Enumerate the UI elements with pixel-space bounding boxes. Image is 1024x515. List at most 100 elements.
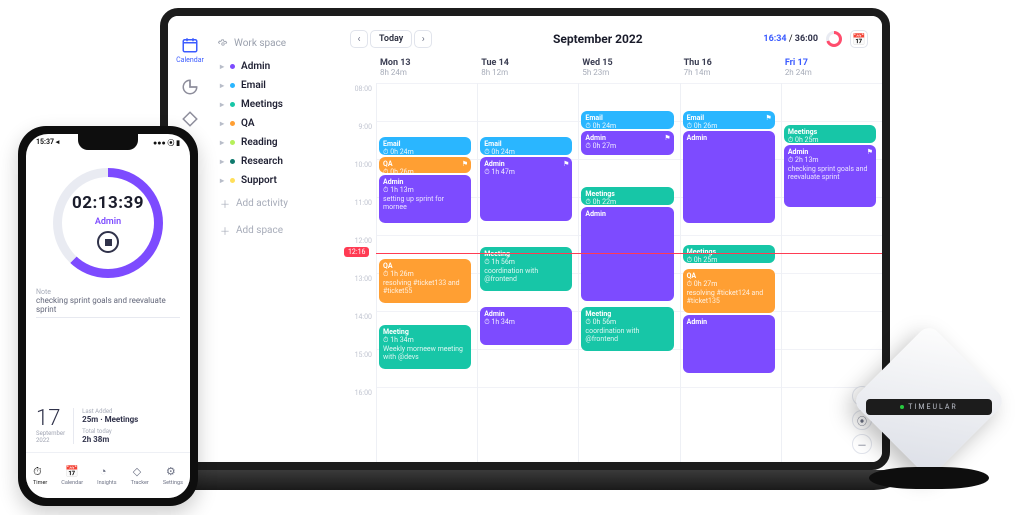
hour-label: 13:00 (340, 275, 376, 313)
day-header: Fri 172h 24m (781, 52, 882, 83)
sidebar-item-email[interactable]: ▸ Email (218, 76, 332, 95)
rail-reports[interactable] (176, 78, 204, 96)
activity-dot-icon (230, 121, 235, 126)
chevron-right-icon: ▸ (220, 62, 224, 71)
hour-gutter: 08:009:0010:0011:0012:0013:0014:0015:001… (340, 83, 376, 462)
sidebar-item-label: QA (241, 118, 255, 129)
time-indicator: 16:34 / 36:00 (763, 34, 818, 44)
rail-calendar-label: Calendar (176, 56, 204, 64)
laptop-screen: Calendar Work space ▸Admin▸Email▸Meeting… (160, 8, 890, 470)
hour-label: 9:00 (340, 123, 376, 161)
now-indicator: 12:16 (344, 247, 369, 257)
laptop-base (150, 470, 900, 490)
day-column[interactable]: Email⏱ 0h 24m QA⏱ 0h 26m⚑ Admin⏱ 1h 13mset… (376, 83, 477, 462)
today-day-number: 17 (36, 408, 65, 430)
calendar-event[interactable]: Email⏱ 0h 24m (581, 111, 673, 129)
calendar-icon (181, 36, 199, 54)
day-column[interactable]: Email⏱ 0h 24mAdmin⏱ 1h 47m⚑Meeting⏱ 1h 5… (477, 83, 578, 462)
stop-icon (105, 239, 112, 246)
tab-timer[interactable]: ⏱Timer (33, 465, 47, 486)
calendar-event[interactable]: Admin⏱ 0h 27m⚑ (581, 131, 673, 155)
tracker-icon: ◇ (133, 465, 147, 479)
sidebar-workspace-label: Work space (234, 38, 286, 49)
chevron-right-icon: ▸ (220, 157, 224, 166)
settings-icon: ⚙ (166, 465, 180, 479)
calendar-event[interactable]: Meetings⏱ 0h 25m (784, 125, 876, 143)
flag-icon: ⚑ (766, 114, 772, 122)
tracker-device: TIMEULAR (844, 327, 1014, 497)
sidebar-item-admin[interactable]: ▸Admin (218, 57, 332, 76)
flag-icon: ⚑ (462, 160, 468, 168)
sidebar-item-research[interactable]: ▸Research (218, 152, 332, 171)
stop-button[interactable] (97, 231, 119, 253)
next-week-button[interactable]: › (414, 30, 432, 48)
activity-dot-icon (230, 159, 235, 164)
sidebar-item-reading[interactable]: ▸Reading (218, 133, 332, 152)
calendar-event[interactable]: QA⏱ 0h 26m⚑ (379, 157, 471, 173)
flag-icon: ⚑ (664, 134, 670, 142)
day-column[interactable]: Email⏱ 0h 24m Admin⏱ 0h 27m⚑ Meetings⏱ 0h … (578, 83, 679, 462)
add-space-button[interactable]: ＋Add space (218, 217, 332, 244)
calendar-event[interactable]: QA⏱ 0h 27mresolving #ticket124 and #tick… (683, 269, 775, 313)
phone-status-time: 15:37 ◂ (36, 138, 59, 148)
rail-calendar[interactable]: Calendar (176, 36, 204, 64)
calendar-event[interactable]: Admin⏱ 1h 13msetting up sprint for morne… (379, 175, 471, 223)
tab-tracker[interactable]: ◇Tracker (131, 465, 149, 486)
calendar-event[interactable]: Meeting⏱ 1h 34mWeekly morneew meeting wi… (379, 325, 471, 369)
phone-tabbar: ⏱Timer 📅Calendar ◔Insights ◇Tracker ⚙Setting… (26, 452, 190, 498)
tab-insights[interactable]: ◔Insights (97, 465, 116, 486)
sidebar-item-qa[interactable]: ▸QA (218, 114, 332, 133)
add-activity-button[interactable]: ＋Add activity (218, 190, 332, 217)
sidebar-workspace-header[interactable]: Work space (218, 38, 332, 49)
sidebar-item-support[interactable]: ▸Support (218, 171, 332, 190)
calendar-event[interactable]: Admin⏱ 2h 13mchecking sprint goals and r… (784, 145, 876, 207)
calendar-event[interactable]: Email⏱ 0h 26m⚑ (683, 111, 775, 129)
day-column[interactable]: Email⏱ 0h 26m⚑ Admin Meetings⏱ 0h 25m QA⏱ 0… (680, 83, 781, 462)
hour-label: 14:00 (340, 313, 376, 351)
note-label: Note (36, 288, 180, 296)
phone-status-icons: ●●● ⦿ ▮ (153, 138, 180, 148)
insights-icon: ◔ (100, 465, 114, 479)
calendar-event[interactable]: Meetings⏱ 0h 22m (581, 187, 673, 205)
timer-ring: 02:13:39 Admin (53, 168, 163, 278)
timer-activity-label: Admin (95, 217, 121, 227)
date-picker-button[interactable]: 📅 (850, 30, 868, 48)
main-panel: ‹ Today › September 2022 16:34 / 36:00 📅… (340, 16, 882, 462)
calendar-icon: 📅 (65, 465, 79, 479)
calendar-event[interactable]: Admin⏱ 1h 47m⚑ (480, 157, 572, 221)
calendar-event[interactable]: Meeting⏱ 0h 56mcoordination with @fronte… (581, 307, 673, 351)
hour-label: 10:00 (340, 161, 376, 199)
calendar-event[interactable]: Meetings⏱ 0h 25m (683, 245, 775, 263)
calendar-event[interactable]: Admin (683, 315, 775, 373)
time-donut-icon (826, 31, 842, 47)
tab-settings[interactable]: ⚙Settings (163, 465, 183, 486)
day-header: Mon 138h 24m (376, 52, 477, 83)
last-added-value: 25m · Meetings (82, 415, 138, 424)
tab-calendar[interactable]: 📅Calendar (61, 465, 83, 486)
prev-week-button[interactable]: ‹ (350, 30, 368, 48)
chevron-right-icon: ▸ (220, 81, 224, 90)
sidebar-item-meetings[interactable]: ▸Meetings (218, 95, 332, 114)
sidebar-item-label: Meetings (241, 99, 283, 110)
rail-tracker[interactable] (176, 110, 204, 128)
day-header: Thu 167h 14m (680, 52, 781, 83)
calendar-event[interactable]: Admin (581, 207, 673, 301)
calendar-event[interactable]: Email⏱ 0h 24m (379, 137, 471, 155)
calendar-event[interactable]: Admin⏱ 1h 34m (480, 307, 572, 345)
note-input[interactable]: checking sprint goals and reevaluate spr… (36, 296, 180, 318)
week-header: Mon 138h 24mTue 148h 12mWed 155h 23mThu … (340, 52, 882, 83)
laptop-mock: Calendar Work space ▸Admin▸Email▸Meeting… (150, 0, 900, 500)
chevron-right-icon: ▸ (220, 176, 224, 185)
last-added-label: Last Added (82, 408, 138, 415)
sidebar-item-label: Email (241, 80, 266, 91)
activity-dot-icon (230, 102, 235, 107)
calendar-grid: 08:009:0010:0011:0012:0013:0014:0015:001… (340, 83, 882, 462)
phone-statusbar: 15:37 ◂ ●●● ⦿ ▮ (26, 138, 190, 148)
calendar-event[interactable]: Email⏱ 0h 24m (480, 137, 572, 155)
sidebar-item-label: Reading (241, 137, 278, 148)
calendar-event[interactable]: Admin (683, 131, 775, 223)
device-brand: TIMEULAR (908, 403, 957, 411)
activity-dot-icon (230, 140, 235, 145)
today-button[interactable]: Today (370, 30, 412, 48)
calendar-event[interactable]: QA⏱ 1h 26mresolving #ticket133 and #tick… (379, 259, 471, 303)
